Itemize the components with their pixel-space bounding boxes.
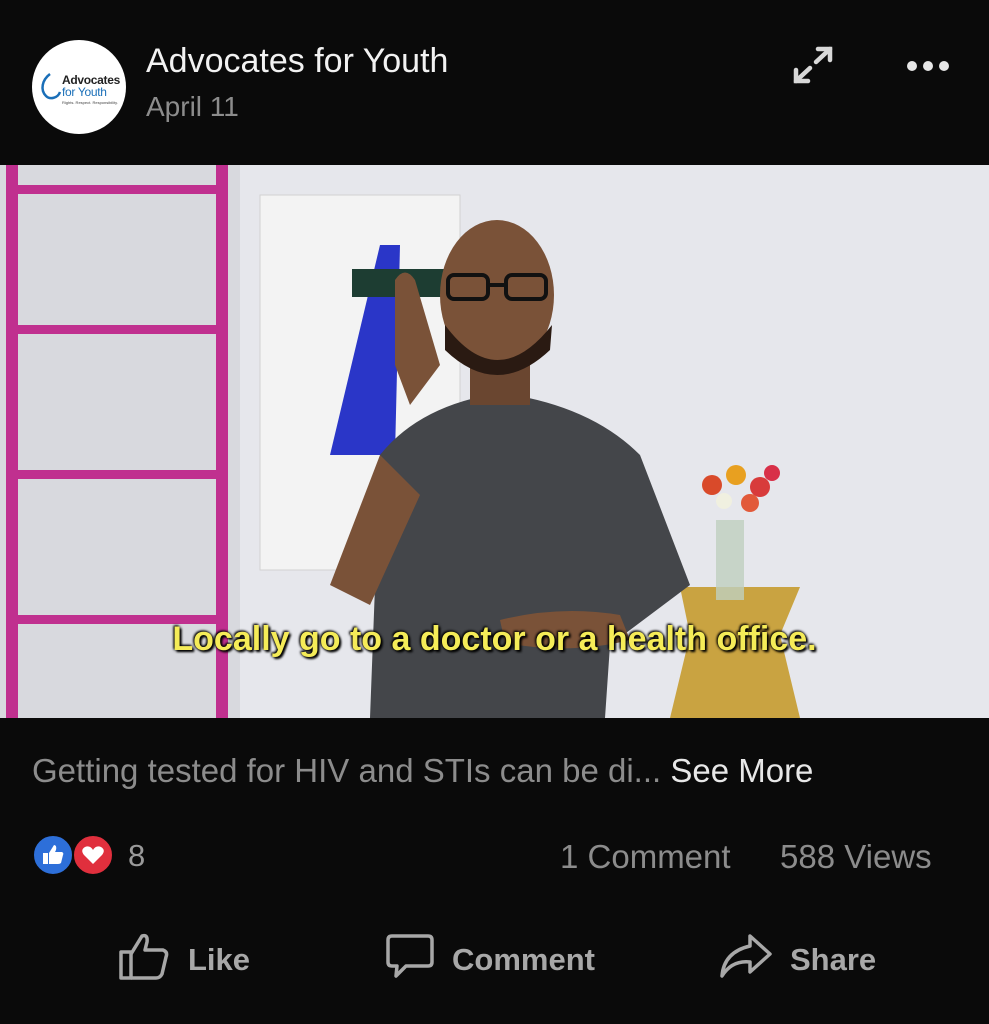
view-count: 588 Views (780, 838, 932, 875)
post-date[interactable]: April 11 (146, 91, 239, 123)
comment-label: Comment (452, 942, 595, 977)
description-text: Getting tested for HIV and STIs can be d… (32, 752, 662, 789)
page-name[interactable]: Advocates for Youth (146, 42, 448, 81)
comment-count[interactable]: 1 Comment (560, 838, 731, 876)
share-label: Share (790, 942, 877, 977)
like-reaction-icon (32, 834, 74, 876)
post-header: Advocates for Youth Rights. Respect. Res… (0, 0, 989, 165)
post-description: Getting tested for HIV and STIs can be d… (32, 752, 813, 790)
share-button[interactable]: Share (718, 930, 898, 986)
thumbs-up-icon (119, 933, 169, 980)
see-more-link[interactable]: See More (670, 752, 813, 789)
comment-button[interactable]: Comment (384, 930, 624, 986)
page-avatar[interactable]: Advocates for Youth Rights. Respect. Res… (32, 40, 126, 134)
comment-bubble-icon (386, 934, 434, 978)
advocates-logo: Advocates for Youth Rights. Respect. Res… (32, 40, 126, 134)
video-player[interactable]: Locally go to a doctor or a health offic… (0, 165, 989, 718)
share-arrow-icon (720, 934, 772, 978)
love-reaction-icon (72, 834, 114, 876)
like-button[interactable]: Like (118, 930, 268, 986)
more-options-icon[interactable] (904, 56, 952, 76)
expand-icon[interactable] (790, 44, 836, 86)
like-label: Like (188, 942, 251, 977)
video-caption: Locally go to a doctor or a health offic… (172, 620, 817, 658)
reaction-count: 8 (128, 838, 146, 873)
